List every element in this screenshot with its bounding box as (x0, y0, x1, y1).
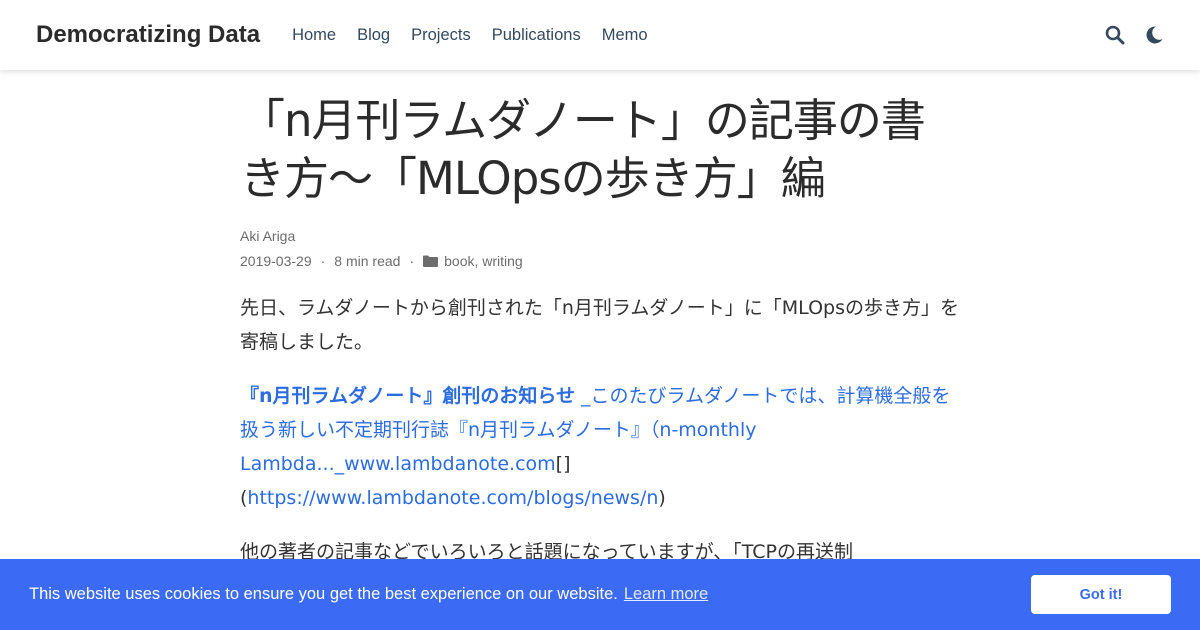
cookie-accept-button[interactable]: Got it! (1031, 575, 1171, 614)
search-icon[interactable] (1104, 25, 1125, 46)
nav-home[interactable]: Home (292, 26, 336, 45)
folder-icon (423, 255, 439, 267)
paragraph-intro: 先日、ラムダノートから創刊された「n月刊ラムダノート」に「MLOpsの歩き方」を… (240, 297, 959, 353)
nav-publications[interactable]: Publications (492, 26, 581, 45)
nav-blog[interactable]: Blog (357, 26, 390, 45)
post-author: Aki Ariga (240, 228, 296, 244)
cookie-banner: This website uses cookies to ensure you … (0, 559, 1200, 630)
close-paren: ) (658, 487, 666, 509)
meta-separator: · (409, 253, 415, 269)
navbar: Democratizing Data Home Blog Projects Pu… (0, 0, 1200, 70)
nav-actions (1104, 25, 1164, 46)
category-book[interactable]: book (444, 253, 474, 269)
post-title: 「n月刊ラムダノート」の記事の書き方～「MLOpsの歩き方」編 (240, 94, 926, 205)
meta-separator: · (320, 253, 326, 269)
moon-icon[interactable] (1143, 25, 1164, 46)
nav-projects[interactable]: Projects (411, 26, 471, 45)
embed-title: 『n月刊ラムダノート』創刊のお知らせ (240, 385, 576, 407)
embed-link[interactable]: 『n月刊ラムダノート』創刊のお知らせ _このたびラムダノートでは、計算機全般を扱… (240, 385, 950, 475)
learn-more-link[interactable]: Learn more (624, 585, 708, 604)
cookie-message: This website uses cookies to ensure you … (29, 585, 618, 603)
link-embed: 『n月刊ラムダノート』創刊のお知らせ _このたびラムダノートでは、計算機全般を扱… (240, 379, 960, 515)
article: 「n月刊ラムダノート」の記事の書き方～「MLOpsの歩き方」編 Aki Arig… (240, 92, 970, 569)
read-time: 8 min read (334, 253, 401, 269)
embed-url[interactable]: https://www.lambdanote.com/blogs/news/n (247, 487, 658, 509)
post-date: 2019-03-29 (240, 253, 312, 269)
nav-links: Home Blog Projects Publications Memo (282, 26, 658, 45)
nav-memo[interactable]: Memo (602, 26, 648, 45)
category-writing[interactable]: writing (482, 253, 522, 269)
post-meta: 2019-03-29 · 8 min read · book, writing (240, 253, 970, 269)
site-brand[interactable]: Democratizing Data (36, 21, 260, 49)
embed-brackets: [] (555, 453, 571, 475)
